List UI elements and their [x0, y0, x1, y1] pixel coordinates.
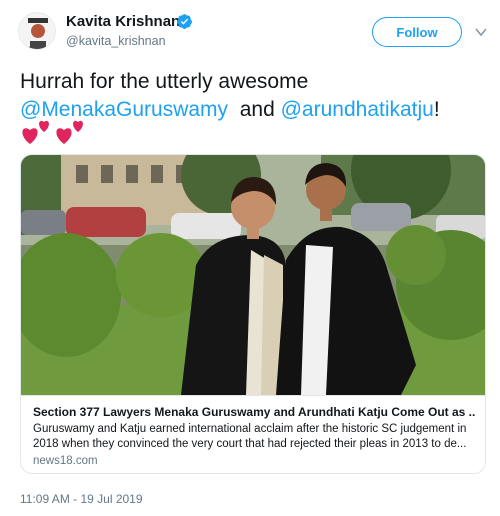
author-avatar[interactable]	[18, 12, 56, 50]
card-title[interactable]: Section 377 Lawyers Menaka Guruswamy and…	[33, 404, 475, 420]
author-handle[interactable]: @kavita_krishnan	[66, 34, 166, 48]
tweet-timestamp[interactable]: 11:09 AM - 19 Jul 2019	[20, 492, 143, 506]
tweet-text: Hurrah for the utterly awesome @MenakaGu…	[20, 68, 490, 124]
verified-badge-icon	[177, 14, 192, 29]
card-domain: news18.com	[33, 455, 98, 467]
card-description: Guruswamy and Katju earned international…	[33, 423, 467, 450]
card-photo[interactable]	[21, 155, 485, 395]
follow-button[interactable]: Follow	[372, 17, 462, 47]
mention-arundhati[interactable]: @arundhatikatju	[281, 98, 434, 121]
tweet-text-prefix: Hurrah for the utterly awesome	[20, 70, 309, 93]
author-name[interactable]: Kavita Krishnan	[66, 13, 180, 30]
link-card[interactable]: Section 377 Lawyers Menaka Guruswamy and…	[20, 154, 486, 474]
tweet-text-middle: and	[228, 98, 281, 121]
tweet-text-suffix: !	[433, 98, 440, 121]
tweet: Kavita Krishnan @kavita_krishnan Follow …	[0, 0, 500, 516]
chevron-down-icon[interactable]	[474, 25, 488, 39]
card-body[interactable]: Section 377 Lawyers Menaka Guruswamy and…	[21, 395, 485, 473]
two-hearts-icon	[22, 120, 83, 144]
